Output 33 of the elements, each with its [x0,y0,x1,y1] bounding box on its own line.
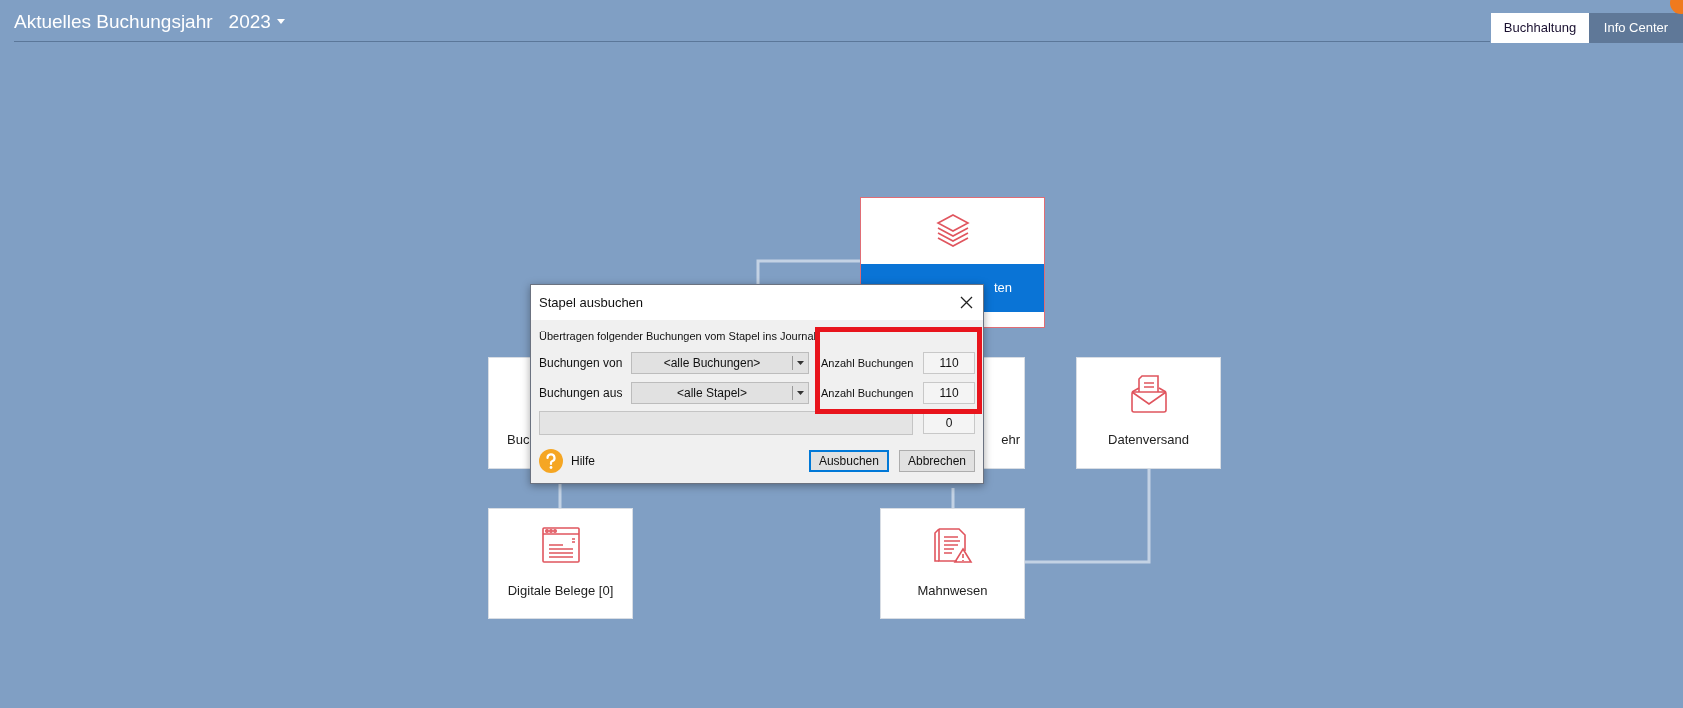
close-icon [960,296,973,309]
warning-document-icon [932,525,973,565]
dialog-description: Übertragen folgender Buchungen vom Stapel ins Journal [539,329,816,344]
menu-tile[interactable]: Datenversand [1076,357,1221,469]
tab[interactable]: Info Center [1589,13,1683,43]
menu-tile[interactable]: Mahnwesen [880,508,1025,619]
document-icon [540,525,581,565]
dialog-button[interactable]: Abbrechen [898,449,975,472]
tab[interactable]: Buchhaltung [1491,13,1589,43]
close-button[interactable] [958,294,975,311]
dialog-button[interactable]: Ausbuchen [808,449,889,472]
caret-icon [797,390,804,395]
field-label: Buchungen aus [539,384,624,402]
tile-label: Digitale Belege [0] [507,582,614,600]
menu-tile[interactable]: Digitale Belege [0] [488,508,633,619]
page-title: Aktuelles Buchungsjahr [14,9,213,34]
count-field: 110 [923,381,975,404]
dropdown-field[interactable]: <alle Stapel> [631,381,809,404]
count-field: 110 [923,351,975,374]
caret-icon [797,360,804,365]
help-link[interactable]: Hilfe [571,451,595,470]
caret-icon [276,19,285,25]
field-label: Buchungen von [539,354,624,372]
count-label: Anzahl Buchungen [821,385,914,401]
tile-label: Buc [507,431,530,449]
tile-label: Datenversand [1108,431,1189,449]
help-icon[interactable] [539,448,563,473]
dropdown-field[interactable]: <alle Buchungen> [631,351,809,374]
tile-label: Mahnwesen [917,582,988,600]
envelope-icon [1128,374,1169,414]
count-label: Anzahl Buchungen [821,355,914,371]
dialog-title: Stapel ausbuchen [539,293,644,312]
tile-label: ehr [1001,431,1020,449]
